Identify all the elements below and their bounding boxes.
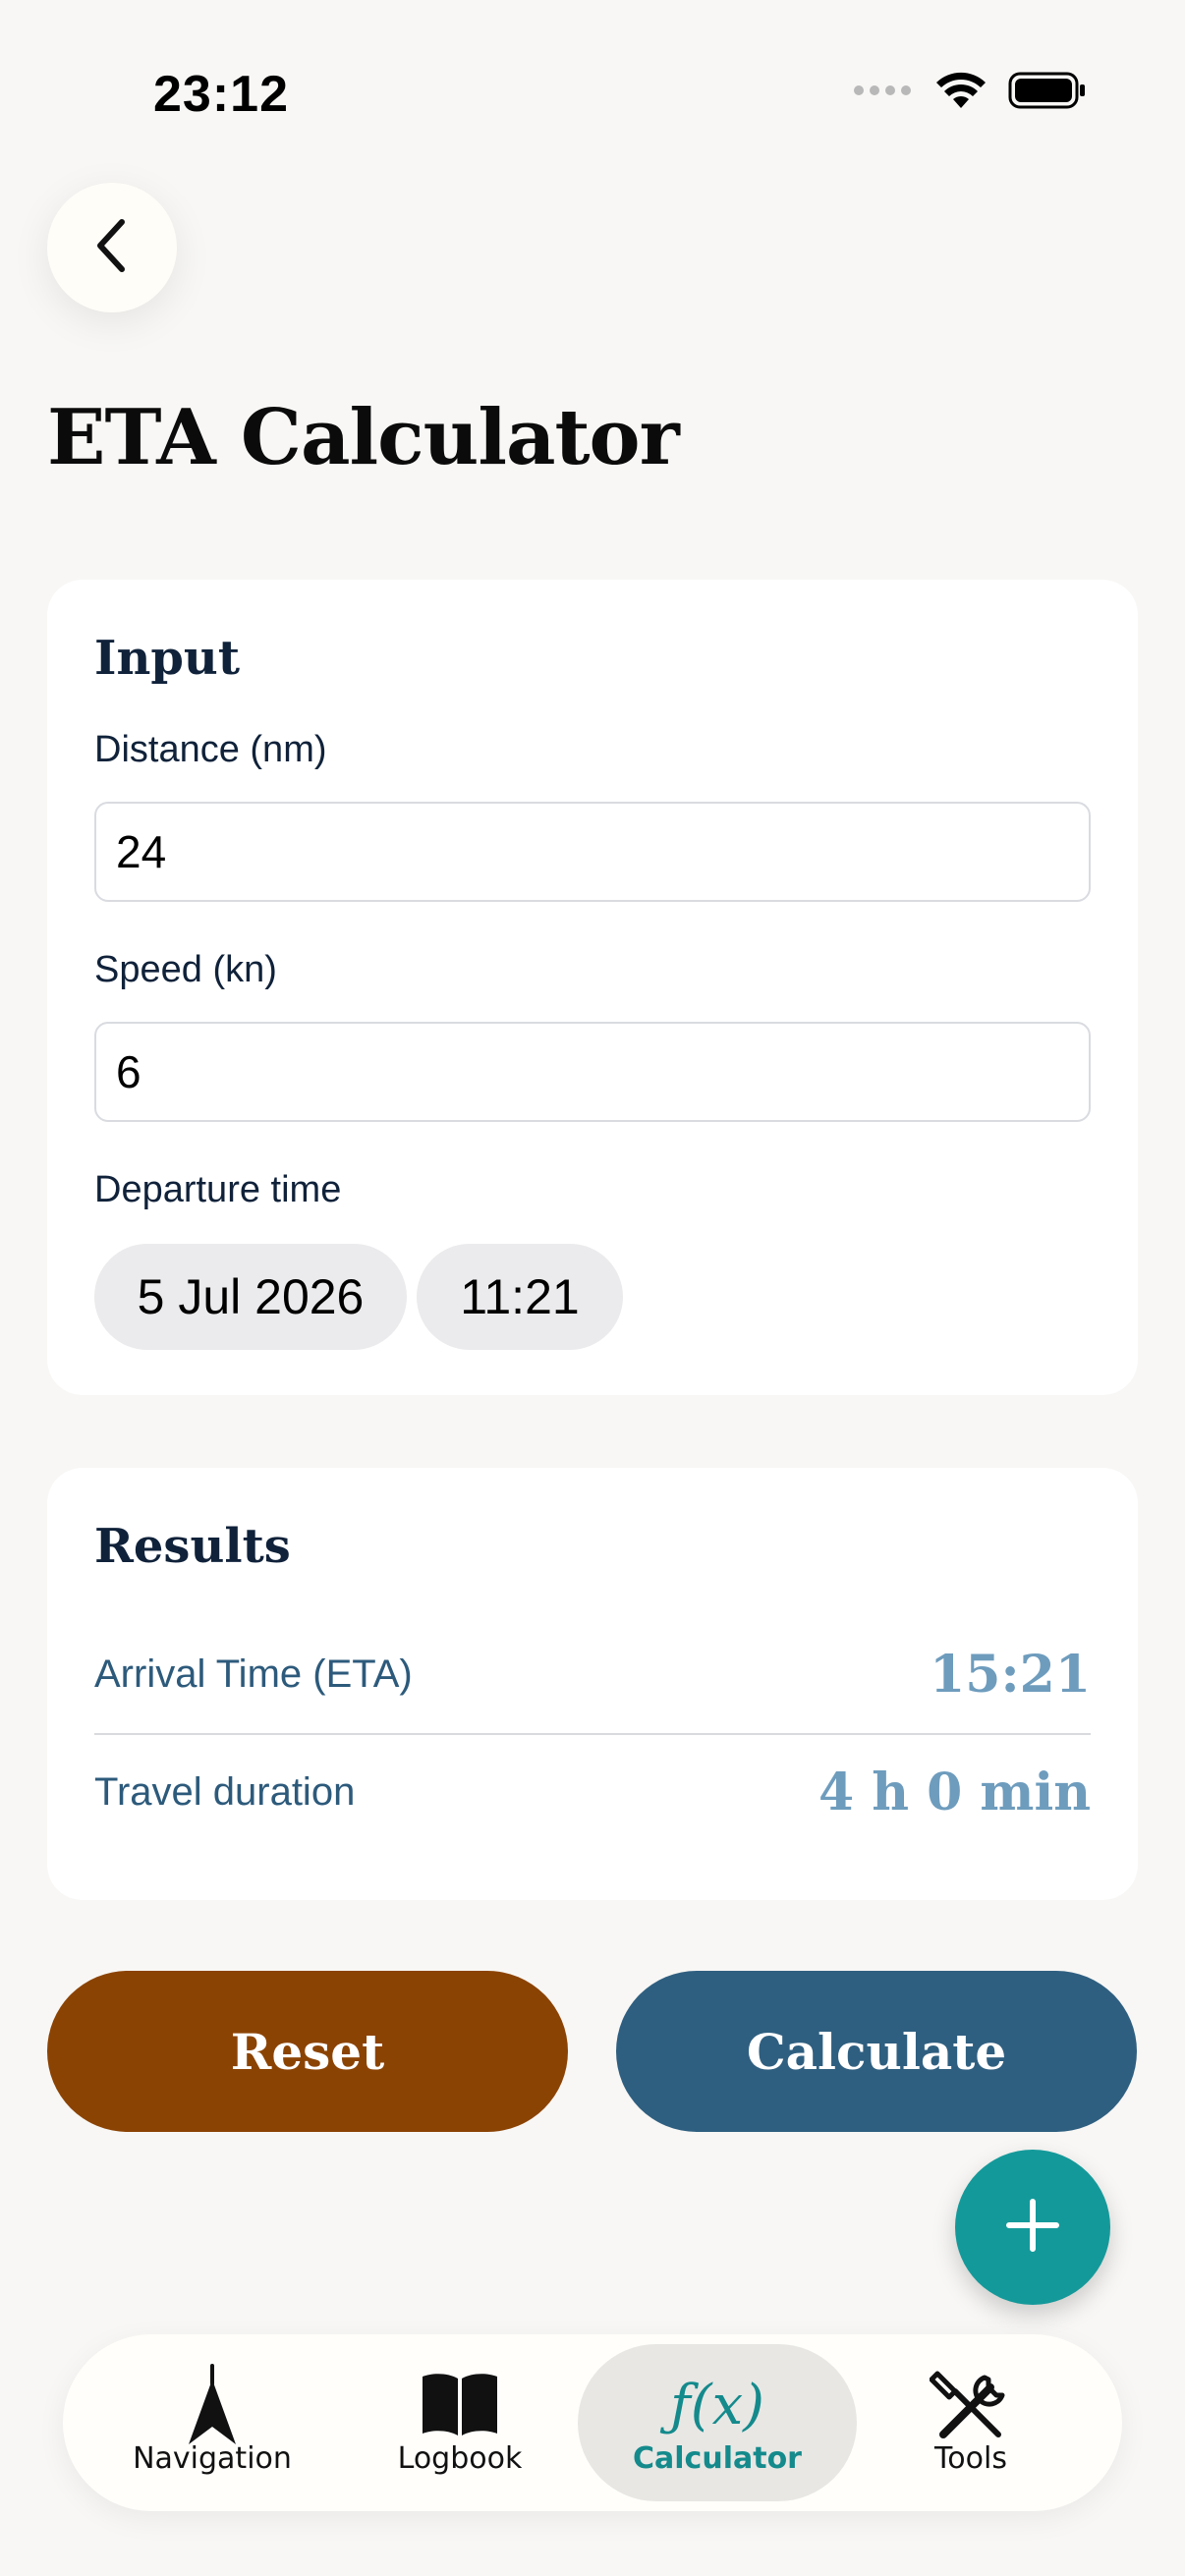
input-card-title: Input <box>94 631 240 686</box>
departure-time: 11:21 <box>460 1269 580 1324</box>
book-icon <box>419 2364 501 2446</box>
battery-icon <box>1008 71 1087 115</box>
speed-label: Speed (kn) <box>94 949 277 990</box>
duration-value: 4 h 0 min <box>818 1762 1091 1822</box>
status-icons <box>853 71 1087 115</box>
departure-date: 5 Jul 2026 <box>137 1269 365 1324</box>
wifi-icon <box>935 71 987 115</box>
departure-time-picker[interactable]: 11:21 <box>417 1244 623 1350</box>
page-title: ETA Calculator <box>47 393 680 482</box>
distance-value: 24 <box>116 826 167 877</box>
distance-label: Distance (nm) <box>94 729 327 770</box>
back-button[interactable] <box>47 183 177 312</box>
tab-navigation-label: Navigation <box>133 2441 292 2476</box>
departure-label: Departure time <box>94 1169 342 1210</box>
eta-value: 15:21 <box>930 1644 1091 1705</box>
speed-input[interactable]: 6 <box>94 1022 1091 1122</box>
function-icon-glyph: ƒ(x) <box>669 2373 765 2437</box>
eta-label: Arrival Time (ETA) <box>94 1652 413 1696</box>
tab-navigation[interactable]: Navigation <box>73 2344 352 2501</box>
tab-bar: Navigation Logbook ƒ(x) Calculator Tools <box>63 2334 1122 2511</box>
calculate-button[interactable]: Calculate <box>616 1971 1137 2132</box>
result-row-eta: Arrival Time (ETA) 15:21 <box>94 1625 1091 1723</box>
tab-calculator-label: Calculator <box>633 2441 802 2476</box>
reset-button[interactable]: Reset <box>47 1971 568 2132</box>
departure-date-picker[interactable]: 5 Jul 2026 <box>94 1244 407 1350</box>
function-icon: ƒ(x) <box>670 2364 764 2446</box>
tab-logbook[interactable]: Logbook <box>320 2344 599 2501</box>
distance-input[interactable]: 24 <box>94 802 1091 902</box>
add-button[interactable] <box>955 2150 1110 2305</box>
plus-icon <box>1003 2196 1062 2260</box>
results-card-title: Results <box>94 1519 291 1574</box>
status-time: 23:12 <box>153 66 289 123</box>
status-bar: 23:12 <box>0 0 1185 187</box>
speed-value: 6 <box>116 1046 141 1097</box>
tab-logbook-label: Logbook <box>397 2441 523 2476</box>
input-card: Input Distance (nm) 24 Speed (kn) 6 Depa… <box>47 580 1138 1395</box>
navigation-arrow-icon <box>185 2364 240 2446</box>
results-card: Results Arrival Time (ETA) 15:21 Travel … <box>47 1468 1138 1900</box>
tab-calculator[interactable]: ƒ(x) Calculator <box>578 2344 857 2501</box>
result-row-duration: Travel duration 4 h 0 min <box>94 1743 1091 1841</box>
chevron-left-icon <box>88 214 136 282</box>
tab-tools[interactable]: Tools <box>831 2344 1110 2501</box>
tools-icon <box>930 2364 1012 2446</box>
tab-tools-label: Tools <box>934 2441 1007 2476</box>
duration-label: Travel duration <box>94 1769 356 1814</box>
results-divider <box>94 1733 1091 1735</box>
cellular-signal-icon <box>853 84 914 102</box>
